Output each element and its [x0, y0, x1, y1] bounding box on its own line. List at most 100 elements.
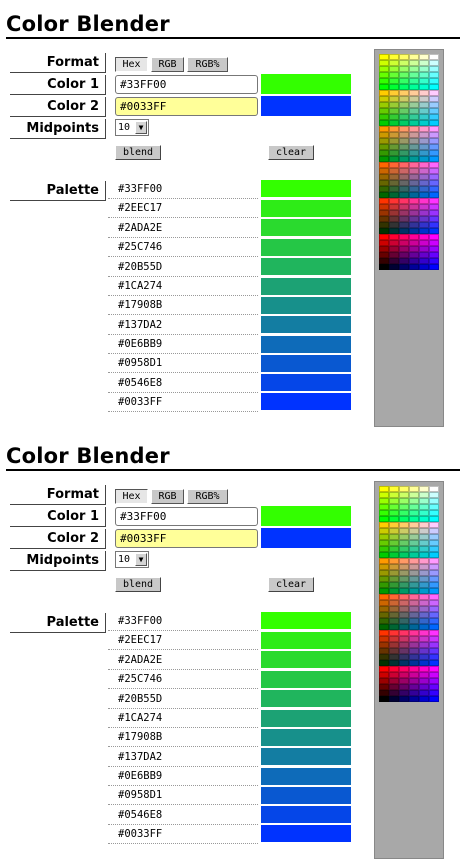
color-chart-cell[interactable]	[429, 696, 439, 702]
palette-code[interactable]: #20B55D	[108, 690, 258, 709]
palette-code[interactable]: #33FF00	[108, 180, 258, 199]
palette-swatch[interactable]	[261, 258, 351, 275]
palette-swatch[interactable]	[261, 180, 351, 197]
palette-swatch[interactable]	[261, 787, 351, 804]
palette-code[interactable]: #0546E8	[108, 374, 258, 393]
color2-input[interactable]: #0033FF	[115, 529, 258, 548]
midpoints-label: Midpoints	[10, 119, 106, 139]
color-chart-cell[interactable]	[389, 696, 399, 702]
palette-code[interactable]: #25C746	[108, 238, 258, 257]
blend-button[interactable]: blend	[115, 577, 161, 592]
palette-code[interactable]: #20B55D	[108, 258, 258, 277]
color-blender-panel: Color Blender Format Hex RGB RGB% Color …	[0, 0, 460, 432]
color-chart-cell[interactable]	[379, 696, 389, 702]
color2-label: Color 2	[10, 529, 106, 549]
midpoints-value: 10	[118, 122, 131, 133]
clear-button[interactable]: clear	[268, 145, 314, 160]
down-arrow-icon[interactable]: ▼	[135, 553, 147, 566]
midpoints-value: 10	[118, 554, 131, 565]
blend-button[interactable]: blend	[115, 145, 161, 160]
color-chart-cell[interactable]	[389, 264, 399, 270]
color1-input[interactable]: #33FF00	[115, 75, 258, 94]
palette-code[interactable]: #2EEC17	[108, 631, 258, 650]
palette-swatch[interactable]	[261, 355, 351, 372]
color-blender-panel-copy: Color Blender Format Hex RGB RGB% Color …	[0, 432, 460, 864]
palette-swatch[interactable]	[261, 748, 351, 765]
color1-label: Color 1	[10, 507, 106, 527]
palette-code[interactable]: #137DA2	[108, 316, 258, 335]
color-chart-grid[interactable]	[379, 54, 439, 270]
color-chart-cell[interactable]	[429, 264, 439, 270]
palette-swatch[interactable]	[261, 336, 351, 353]
color-chart-cell[interactable]	[419, 264, 429, 270]
format-label: Format	[10, 53, 106, 73]
palette-swatch[interactable]	[261, 651, 351, 668]
palette-code[interactable]: #0033FF	[108, 393, 258, 412]
palette-swatch[interactable]	[261, 612, 351, 629]
color-chart-cell[interactable]	[419, 696, 429, 702]
palette-code[interactable]: #137DA2	[108, 748, 258, 767]
palette-code[interactable]: #0033FF	[108, 825, 258, 844]
format-hex-button[interactable]: Hex	[115, 489, 148, 504]
color-chart	[374, 49, 444, 427]
palette-swatch[interactable]	[261, 671, 351, 688]
palette-swatch[interactable]	[261, 219, 351, 236]
color-chart	[374, 481, 444, 859]
format-rgb-percent-button[interactable]: RGB%	[187, 489, 228, 504]
palette-swatch[interactable]	[261, 374, 351, 391]
color2-swatch	[261, 96, 351, 116]
palette-code[interactable]: #2EEC17	[108, 199, 258, 218]
palette-swatch[interactable]	[261, 393, 351, 410]
palette-swatch[interactable]	[261, 316, 351, 333]
page-title: Color Blender	[6, 12, 170, 36]
palette-code[interactable]: #25C746	[108, 670, 258, 689]
clear-button[interactable]: clear	[268, 577, 314, 592]
palette-code[interactable]: #0958D1	[108, 354, 258, 373]
palette-code[interactable]: #0E6BB9	[108, 335, 258, 354]
color-chart-grid[interactable]	[379, 486, 439, 702]
color2-swatch	[261, 528, 351, 548]
color2-label: Color 2	[10, 97, 106, 117]
palette-swatch[interactable]	[261, 200, 351, 217]
color1-label: Color 1	[10, 75, 106, 95]
palette-swatch[interactable]	[261, 297, 351, 314]
midpoints-select[interactable]: 10 ▼	[115, 551, 149, 568]
palette-label: Palette	[10, 613, 106, 633]
color2-input[interactable]: #0033FF	[115, 97, 258, 116]
format-rgb-percent-button[interactable]: RGB%	[187, 57, 228, 72]
palette-code[interactable]: #0546E8	[108, 806, 258, 825]
palette-label: Palette	[10, 181, 106, 201]
palette-swatch[interactable]	[261, 768, 351, 785]
color1-input[interactable]: #33FF00	[115, 507, 258, 526]
color1-swatch	[261, 74, 351, 94]
palette-code[interactable]: #17908B	[108, 728, 258, 747]
palette-swatch[interactable]	[261, 632, 351, 649]
format-rgb-button[interactable]: RGB	[151, 57, 184, 72]
color1-swatch	[261, 506, 351, 526]
color-chart-cell[interactable]	[409, 696, 419, 702]
palette-swatch[interactable]	[261, 825, 351, 842]
down-arrow-icon[interactable]: ▼	[135, 121, 147, 134]
palette-swatch[interactable]	[261, 806, 351, 823]
palette-swatch[interactable]	[261, 239, 351, 256]
color-chart-cell[interactable]	[409, 264, 419, 270]
title-divider	[6, 469, 460, 471]
color-chart-cell[interactable]	[399, 264, 409, 270]
format-rgb-button[interactable]: RGB	[151, 489, 184, 504]
palette-code[interactable]: #2ADA2E	[108, 651, 258, 670]
palette-code[interactable]: #33FF00	[108, 612, 258, 631]
color-chart-cell[interactable]	[399, 696, 409, 702]
palette-code[interactable]: #1CA274	[108, 709, 258, 728]
palette-swatch[interactable]	[261, 729, 351, 746]
palette-code[interactable]: #0958D1	[108, 786, 258, 805]
midpoints-select[interactable]: 10 ▼	[115, 119, 149, 136]
palette-code[interactable]: #0E6BB9	[108, 767, 258, 786]
palette-code[interactable]: #2ADA2E	[108, 219, 258, 238]
palette-code[interactable]: #17908B	[108, 296, 258, 315]
format-hex-button[interactable]: Hex	[115, 57, 148, 72]
color-chart-cell[interactable]	[379, 264, 389, 270]
palette-swatch[interactable]	[261, 710, 351, 727]
palette-code[interactable]: #1CA274	[108, 277, 258, 296]
palette-swatch[interactable]	[261, 278, 351, 295]
palette-swatch[interactable]	[261, 690, 351, 707]
